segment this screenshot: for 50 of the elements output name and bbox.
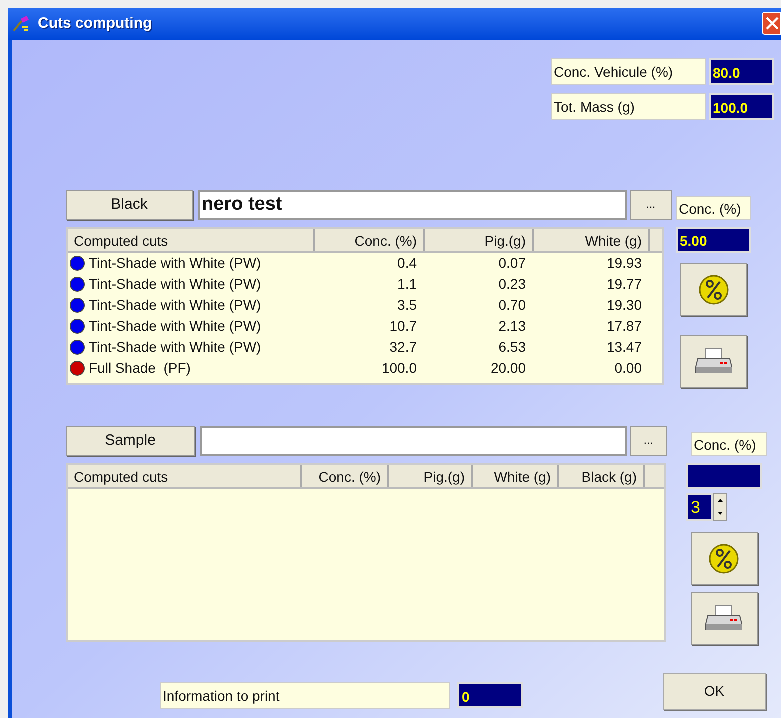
column-header[interactable]: White (g) (534, 229, 650, 251)
table-cell-text: 10.7 (390, 317, 417, 336)
value-field[interactable]: 100.0 (709, 93, 774, 120)
table-cell-text: 0.00 (614, 359, 642, 378)
table-cell-text: 0.23 (498, 275, 526, 294)
browse-button[interactable]: ... (630, 426, 667, 456)
table-cell-text: 17.87 (606, 317, 642, 336)
column-header[interactable]: Black (g) (559, 465, 645, 487)
table-cell-text: 32.7 (390, 338, 417, 357)
column-header[interactable]: Conc. (%) (302, 465, 389, 487)
table-cell-text: Full Shade (PF) (89, 359, 191, 378)
field-label: Information to print (160, 682, 450, 708)
table-cell-text: 100.0 (382, 359, 417, 378)
table-cell-text: 0.4 (398, 254, 417, 273)
steps-field[interactable]: 3 (686, 493, 713, 521)
table-cell-text: Tint-Shade with White (PW) (89, 254, 262, 273)
table-cell-text: 19.77 (606, 275, 642, 294)
browse-button[interactable]: ... (630, 190, 672, 220)
value-field[interactable]: 5.00 (676, 227, 751, 253)
field-label: Tot. Mass (g) (551, 93, 706, 120)
column-header[interactable]: Pig.(g) (389, 465, 473, 487)
table-cell-text: 0.70 (498, 296, 526, 315)
table-cell-text: 19.93 (606, 254, 642, 273)
table-cell-text: 13.47 (606, 338, 642, 357)
window-title: Cuts computing (38, 14, 152, 34)
value-field[interactable]: 80.0 (709, 58, 774, 85)
color-button[interactable]: Black (66, 190, 193, 220)
color-button[interactable]: Sample (66, 426, 195, 456)
table-cell-text: 3.5 (398, 296, 417, 315)
table-cell-text: 19.30 (606, 296, 642, 315)
table-cell-text: Tint-Shade with White (PW) (89, 296, 262, 315)
field-label: Conc. (%) (691, 432, 767, 456)
table-cell-text: 20.00 (490, 359, 526, 378)
column-header[interactable]: Computed cuts (68, 229, 315, 251)
value-field[interactable]: 0 (457, 682, 523, 708)
table-cell-text: 1.1 (398, 275, 417, 294)
column-header[interactable]: Computed cuts (68, 465, 302, 487)
column-header[interactable]: White (g) (473, 465, 559, 487)
field-label: Conc. Vehicule (%) (551, 58, 706, 85)
table-cell-text: 2.13 (498, 317, 526, 336)
name-field[interactable]: nero test (198, 190, 627, 220)
table-cell-text: Tint-Shade with White (PW) (89, 317, 262, 336)
column-header[interactable]: Conc. (%) (315, 229, 425, 251)
table-cell-text: 0.07 (498, 254, 526, 273)
table-cell-text: 6.53 (498, 338, 526, 357)
field-label: Conc. (%) (676, 196, 751, 220)
column-header[interactable]: Pig.(g) (425, 229, 534, 251)
table-cell-text: Tint-Shade with White (PW) (89, 338, 262, 357)
table-cell-text: Tint-Shade with White (PW) (89, 275, 262, 294)
ok-button[interactable]: OK (663, 673, 766, 710)
